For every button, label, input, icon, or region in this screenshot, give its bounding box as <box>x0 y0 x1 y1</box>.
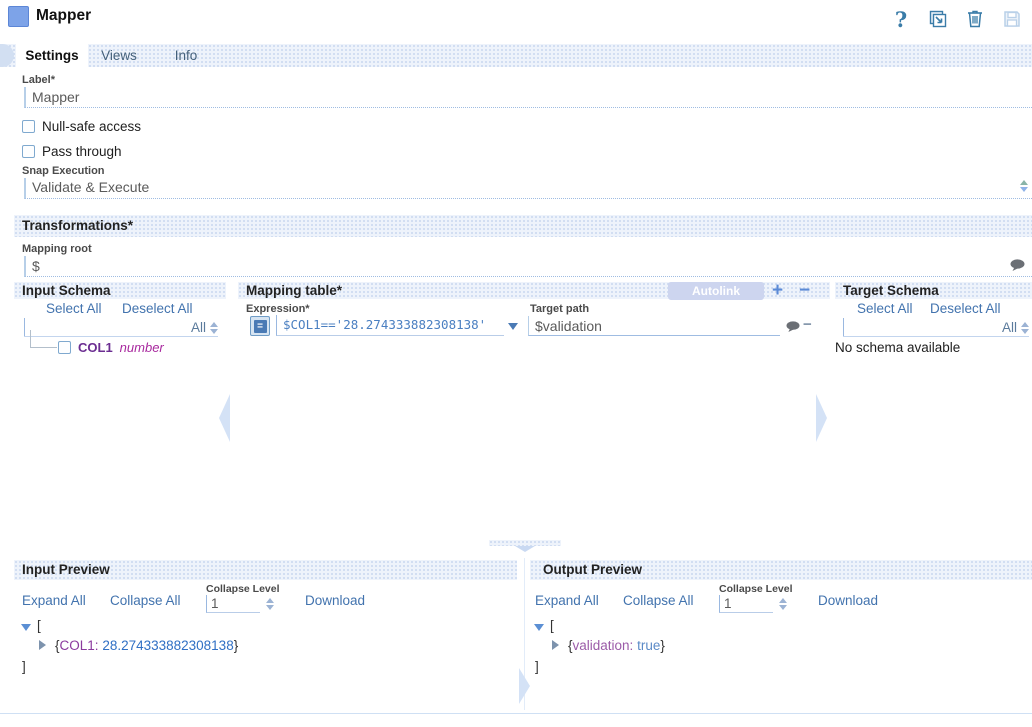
json-value: true <box>637 638 660 653</box>
output-preview-collapse-level-spinner[interactable] <box>779 598 787 610</box>
output-preview-expand-all[interactable]: Expand All <box>535 593 599 608</box>
input-preview-collapse-level-input[interactable] <box>206 595 260 613</box>
input-schema-collapse-handle[interactable] <box>219 394 230 442</box>
mapping-root-input[interactable] <box>24 256 1032 277</box>
output-preview-title: Output Preview <box>530 560 1032 580</box>
input-preview-array-open: [ <box>37 618 41 633</box>
output-preview-row-collapsed-icon[interactable] <box>552 640 559 650</box>
tab-bar <box>0 44 1032 67</box>
input-preview-download[interactable]: Download <box>305 593 365 608</box>
snap-execution-spinner[interactable] <box>1020 180 1028 192</box>
target-schema-collapse-handle[interactable] <box>816 394 827 442</box>
delete-icon[interactable] <box>963 7 987 31</box>
schema-node-name: COL1 <box>78 340 113 355</box>
label-field-input[interactable] <box>24 87 1032 108</box>
mapping-root-comment-icon[interactable] <box>1010 259 1025 277</box>
spinner-down-icon <box>266 605 274 610</box>
add-row-button[interactable]: + <box>772 282 783 300</box>
input-preview-row-collapsed-icon[interactable] <box>39 640 46 650</box>
preview-divider-arrow-icon[interactable] <box>515 546 535 552</box>
help-icon[interactable]: ? <box>889 7 913 31</box>
output-preview-row: {validation: true} <box>568 638 665 653</box>
output-preview-array-close: ] <box>535 659 539 674</box>
input-preview-row: {COL1: 28.274333882308138} <box>55 638 238 653</box>
output-preview-array-open: [ <box>550 618 554 633</box>
null-safe-row: Null-safe access <box>22 119 141 134</box>
target-schema-filter-select[interactable]: All <box>994 320 1021 336</box>
pass-through-label: Pass through <box>42 144 122 159</box>
output-preview-collapse-level-caption: Collapse Level <box>719 583 793 595</box>
spinner-up-icon <box>779 598 787 603</box>
json-key: validation: <box>573 638 634 653</box>
pass-through-row: Pass through <box>22 144 122 159</box>
schema-node-checkbox[interactable] <box>58 341 71 354</box>
output-preview-array-expand-icon[interactable] <box>534 624 544 631</box>
input-preview-expand-all[interactable]: Expand All <box>22 593 86 608</box>
tab-settings[interactable]: Settings <box>16 44 88 67</box>
target-path-comment-icon[interactable] <box>786 320 800 338</box>
spinner-up-icon <box>1020 180 1028 185</box>
pass-through-checkbox[interactable] <box>22 145 35 158</box>
target-schema-filter-row: All <box>843 318 1029 337</box>
target-path-caption: Target path <box>530 303 589 315</box>
target-path-remove-button[interactable]: − <box>803 316 812 333</box>
tree-connector-line <box>30 330 57 348</box>
input-preview-title: Input Preview <box>14 560 517 580</box>
input-preview-collapse-all[interactable]: Collapse All <box>110 593 181 608</box>
bottom-border <box>0 713 1032 714</box>
target-schema-empty-text: No schema available <box>835 340 960 355</box>
input-schema-select-all[interactable]: Select All <box>46 301 102 316</box>
target-path-input[interactable] <box>528 316 780 336</box>
save-icon[interactable] <box>1000 7 1024 31</box>
json-key: COL1: <box>60 638 99 653</box>
expression-dropdown-icon[interactable] <box>508 323 518 330</box>
snap-execution-select[interactable]: Validate & Execute <box>24 178 1032 199</box>
json-value: 28.274333882308138 <box>102 638 233 653</box>
spinner-down-icon <box>779 605 787 610</box>
transformations-header: Transformations* <box>14 215 1032 237</box>
output-preview-collapse-all[interactable]: Collapse All <box>623 593 694 608</box>
spinner-down-icon <box>1021 329 1029 334</box>
target-schema-title: Target Schema <box>835 282 1032 299</box>
snap-execution-caption: Snap Execution <box>22 165 105 177</box>
label-field-caption: Label* <box>22 74 55 86</box>
target-schema-deselect-all[interactable]: Deselect All <box>930 301 1001 316</box>
page-title: Mapper <box>36 7 91 25</box>
export-icon[interactable] <box>926 7 950 31</box>
input-schema-filter-select[interactable]: All <box>183 320 210 336</box>
input-schema-title: Input Schema <box>14 282 226 299</box>
mapping-root-caption: Mapping root <box>22 243 92 255</box>
expression-toggle-button[interactable]: = <box>250 316 270 336</box>
input-preview-array-expand-icon[interactable] <box>21 624 31 631</box>
input-preview-array-close: ] <box>22 659 26 674</box>
spinner-down-icon <box>1020 187 1028 192</box>
schema-node-col1: COL1 number <box>58 340 164 355</box>
target-schema-select-all[interactable]: Select All <box>857 301 913 316</box>
expression-caption: Expression* <box>246 303 310 315</box>
output-preview-download[interactable]: Download <box>818 593 878 608</box>
input-preview-collapse-level-caption: Collapse Level <box>206 583 280 595</box>
spinner-up-icon <box>266 598 274 603</box>
null-safe-label: Null-safe access <box>42 119 141 134</box>
autolink-button[interactable]: Autolink <box>668 282 764 300</box>
remove-row-button[interactable]: − <box>799 282 810 300</box>
expression-input[interactable]: $COL1=='28.274333882308138' <box>276 315 504 336</box>
schema-node-type: number <box>120 340 164 355</box>
target-schema-filter-spinner[interactable] <box>1021 322 1029 336</box>
output-preview-collapse-level-input[interactable] <box>719 595 773 613</box>
tab-info[interactable]: Info <box>168 44 204 67</box>
equals-icon: = <box>254 320 267 333</box>
spinner-up-icon <box>210 322 218 327</box>
null-safe-checkbox[interactable] <box>22 120 35 133</box>
input-schema-filter-spinner[interactable] <box>210 322 218 336</box>
input-schema-deselect-all[interactable]: Deselect All <box>122 301 193 316</box>
header-toolbar: ? <box>889 7 1024 31</box>
target-schema-search-input[interactable] <box>843 318 994 336</box>
snap-icon <box>8 6 29 27</box>
spinner-down-icon <box>210 329 218 334</box>
input-preview-collapse-level-spinner[interactable] <box>266 598 274 610</box>
tab-views[interactable]: Views <box>94 44 144 67</box>
spinner-up-icon <box>1021 322 1029 327</box>
